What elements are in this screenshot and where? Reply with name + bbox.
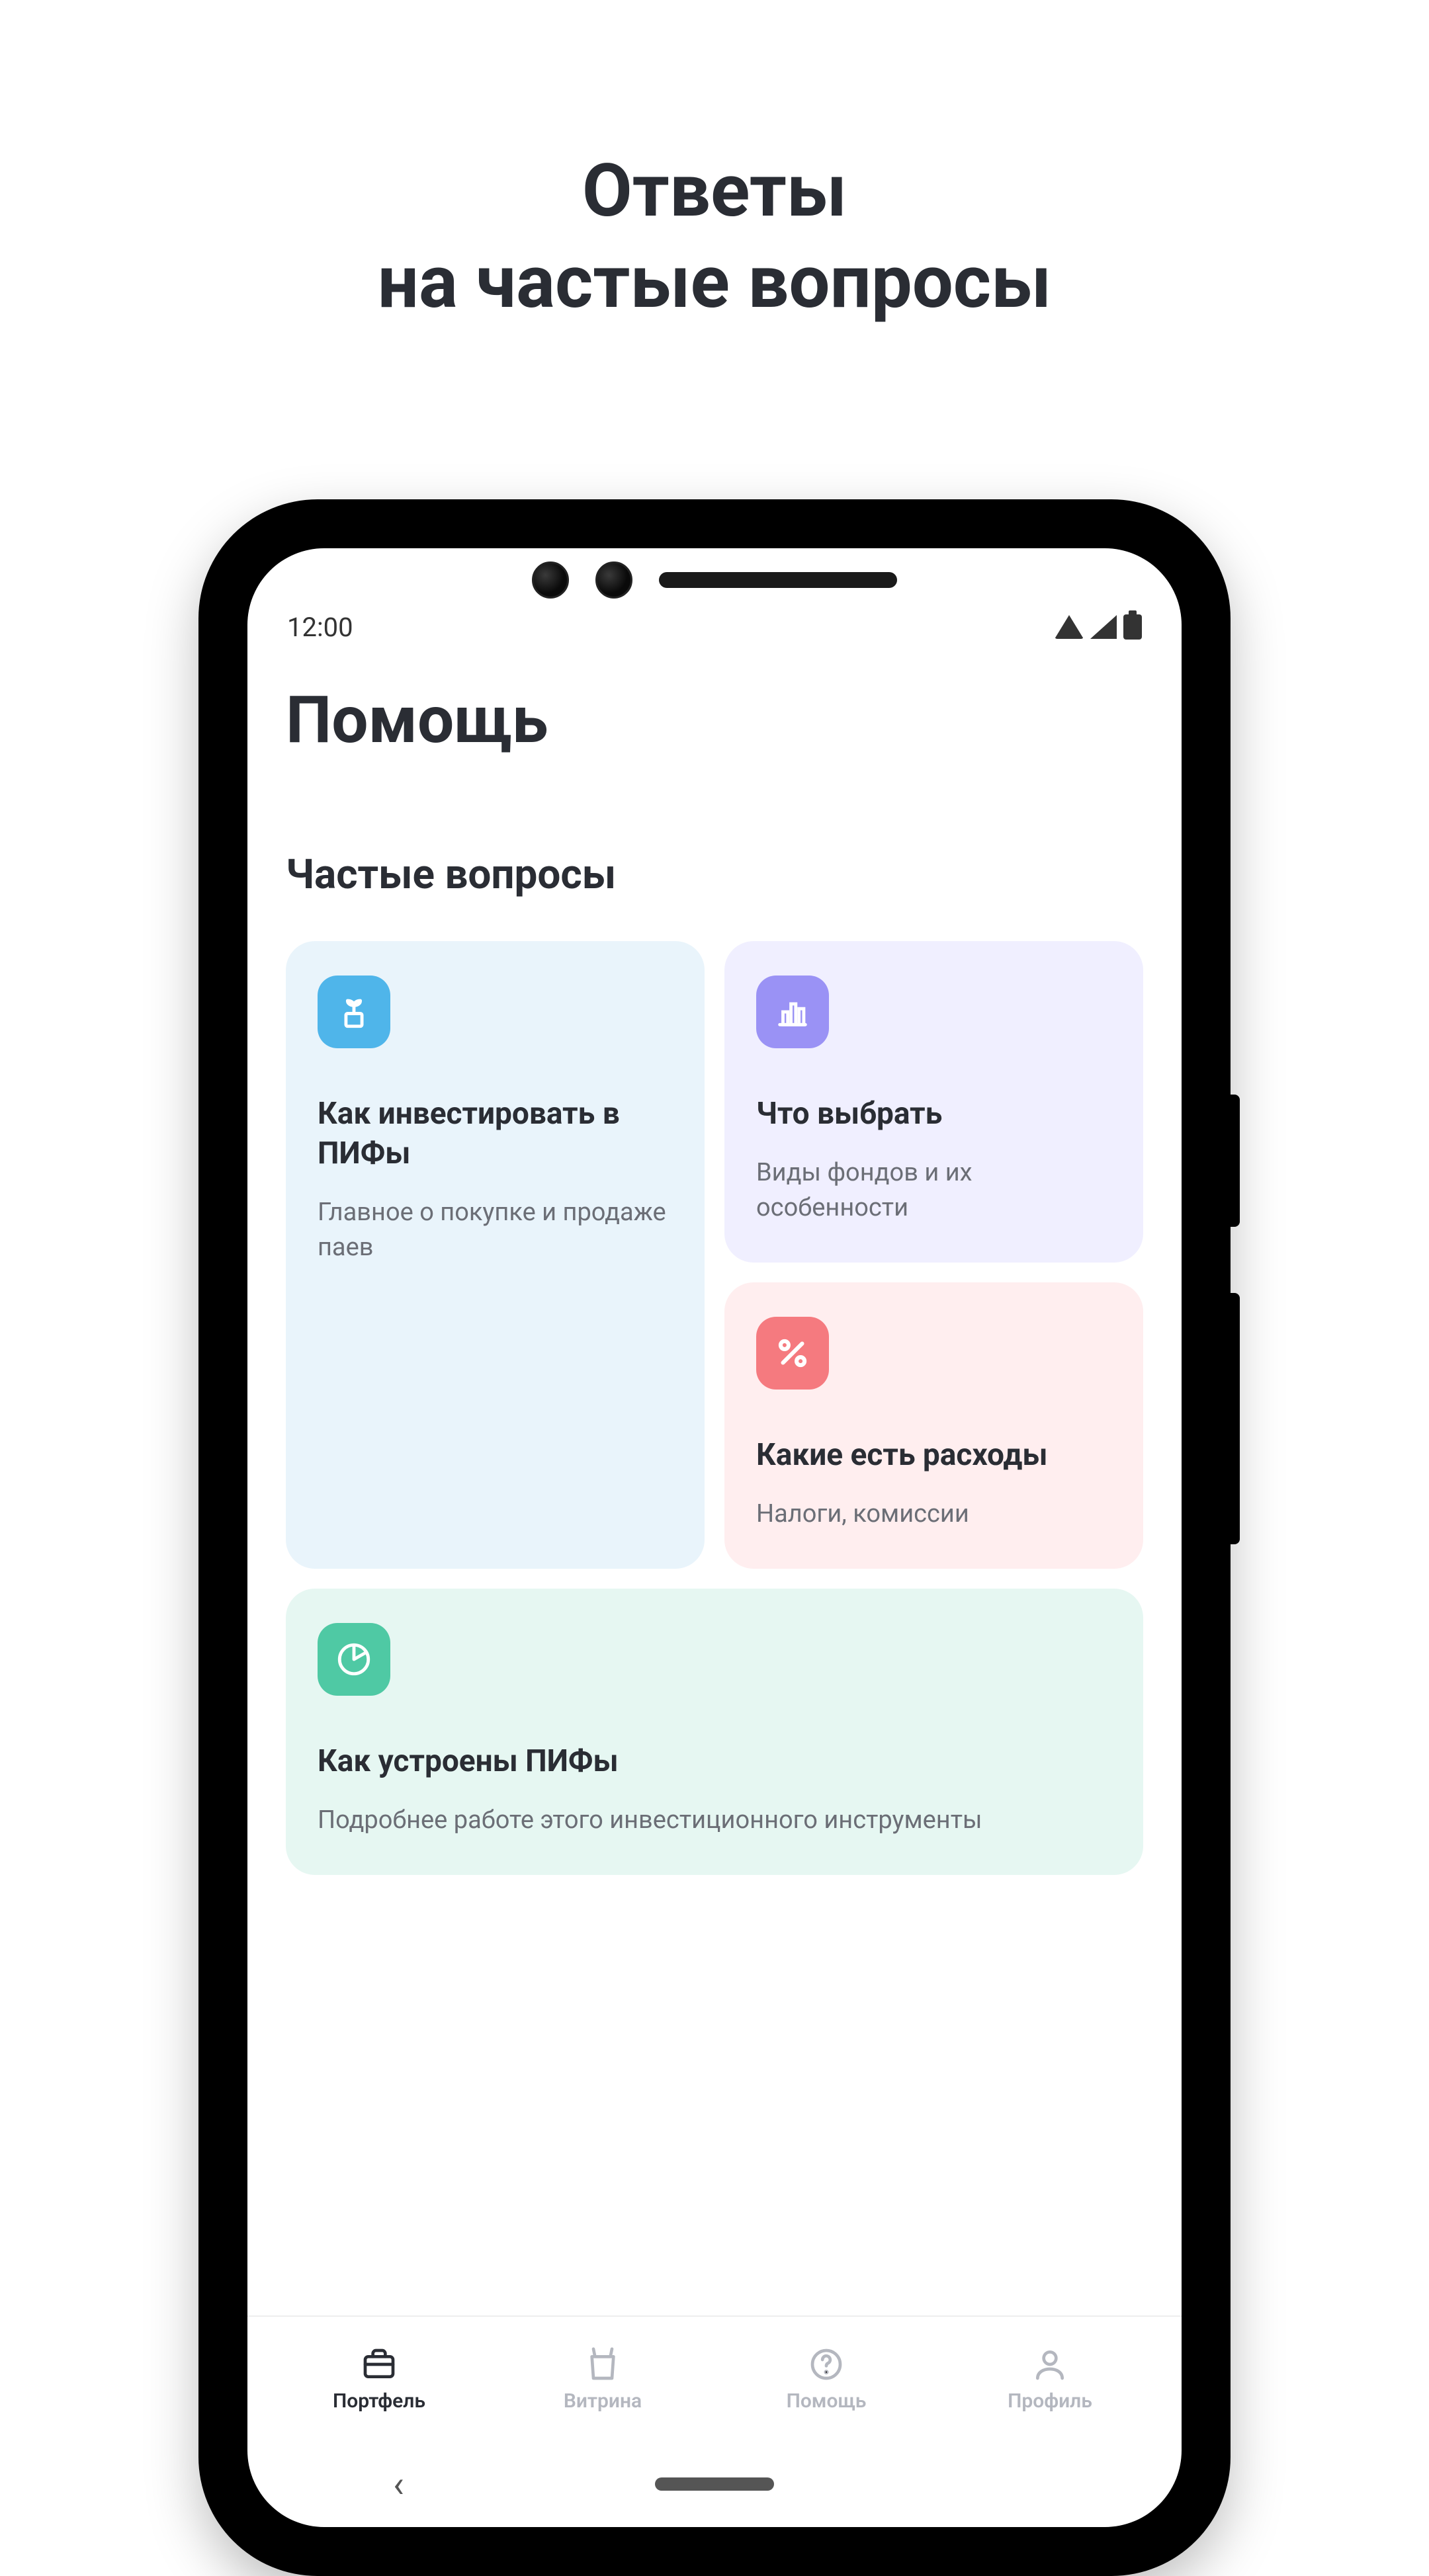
bottom-nav: Портфель Витрина bbox=[247, 2315, 1182, 2441]
camera-icon bbox=[532, 561, 569, 599]
card-subtitle: Подробнее работе этого инвестиционного и… bbox=[318, 1803, 1111, 1838]
home-pill-icon[interactable] bbox=[655, 2477, 774, 2491]
cards-grid: Как инвестировать в ПИФы Главное о покуп… bbox=[286, 941, 1143, 1569]
section-title: Частые вопросы bbox=[286, 851, 1143, 899]
faq-card-invest[interactable]: Как инвестировать в ПИФы Главное о покуп… bbox=[286, 941, 705, 1569]
bar-chart-icon bbox=[756, 976, 829, 1048]
phone-volume-button bbox=[1231, 1293, 1240, 1544]
back-icon[interactable]: ‹ bbox=[393, 2462, 404, 2506]
android-nav-bar: ‹ bbox=[247, 2441, 1182, 2527]
speaker-icon bbox=[659, 572, 897, 588]
page-heading-line1: Ответы bbox=[378, 145, 1051, 237]
signal-icon bbox=[1090, 615, 1117, 639]
status-icons bbox=[1055, 614, 1142, 640]
nav-profile[interactable]: Профиль bbox=[938, 2346, 1162, 2413]
app-title: Помощь bbox=[286, 682, 1143, 758]
page-heading: Ответы на частые вопросы bbox=[378, 145, 1051, 327]
card-title: Какие есть расходы bbox=[756, 1436, 1111, 1475]
faq-card-choose[interactable]: Что выбрать Виды фондов и их особенности bbox=[724, 941, 1143, 1263]
card-subtitle: Главное о покупке и продаже паев bbox=[318, 1195, 673, 1265]
camera-icon bbox=[595, 561, 632, 599]
faq-card-how-works[interactable]: Как устроены ПИФы Подробнее работе этого… bbox=[286, 1589, 1143, 1875]
plant-icon bbox=[318, 976, 390, 1048]
phone-mockup: 12:00 Помощь Частые вопросы bbox=[198, 499, 1231, 2576]
card-title: Как устроены ПИФы bbox=[318, 1742, 1111, 1782]
card-title: Как инвестировать в ПИФы bbox=[318, 1095, 673, 1174]
nav-help[interactable]: Помощь bbox=[714, 2346, 938, 2413]
phone-power-button bbox=[1231, 1095, 1240, 1227]
battery-icon bbox=[1123, 614, 1142, 640]
card-title: Что выбрать bbox=[756, 1095, 1111, 1134]
app-content: Помощь Частые вопросы bbox=[247, 654, 1182, 2315]
phone-frame: 12:00 Помощь Частые вопросы bbox=[198, 499, 1231, 2576]
card-subtitle: Налоги, комиссии bbox=[756, 1497, 1111, 1532]
page-heading-line2: на частые вопросы bbox=[378, 237, 1051, 328]
nav-label: Портфель bbox=[333, 2389, 425, 2413]
nav-portfolio[interactable]: Портфель bbox=[267, 2346, 491, 2413]
faq-card-costs[interactable]: Какие есть расходы Налоги, комиссии bbox=[724, 1282, 1143, 1569]
nav-label: Профиль bbox=[1008, 2389, 1092, 2413]
phone-screen: 12:00 Помощь Частые вопросы bbox=[247, 548, 1182, 2527]
status-time: 12:00 bbox=[287, 612, 353, 643]
nav-label: Помощь bbox=[787, 2389, 867, 2413]
wifi-icon bbox=[1055, 615, 1084, 639]
card-subtitle: Виды фондов и их особенности bbox=[756, 1155, 1111, 1226]
nav-label: Витрина bbox=[564, 2389, 642, 2413]
percent-icon bbox=[756, 1317, 829, 1390]
pie-chart-icon bbox=[318, 1623, 390, 1696]
nav-showcase[interactable]: Витрина bbox=[491, 2346, 714, 2413]
phone-hardware-top bbox=[230, 561, 1199, 599]
